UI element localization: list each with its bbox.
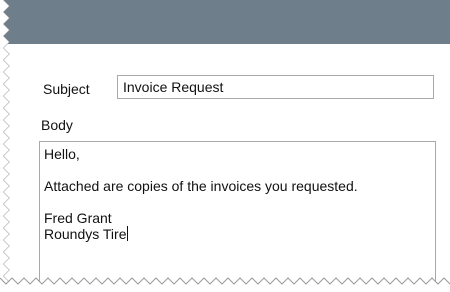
- body-line: Hello,: [44, 146, 80, 162]
- body-line-last: Roundys Tire: [44, 226, 431, 242]
- dialog-title-bar: [0, 0, 450, 44]
- body-line: Attached are copies of the invoices you …: [44, 178, 358, 194]
- text-caret: [127, 226, 129, 241]
- body-line: [44, 194, 431, 210]
- torn-edge-bottom: [0, 277, 450, 292]
- torn-edge-left: [0, 0, 10, 292]
- screenshot-stage: Subject Body Hello, Attached are copies …: [0, 0, 450, 292]
- subject-label: Subject: [43, 81, 90, 97]
- subject-input[interactable]: [117, 75, 434, 99]
- body-line-text: Roundys Tire: [44, 226, 127, 242]
- body-line: Fred Grant: [44, 210, 112, 226]
- email-dialog: Subject Body Hello, Attached are copies …: [0, 0, 450, 292]
- body-line: [44, 162, 431, 178]
- body-label: Body: [41, 117, 73, 133]
